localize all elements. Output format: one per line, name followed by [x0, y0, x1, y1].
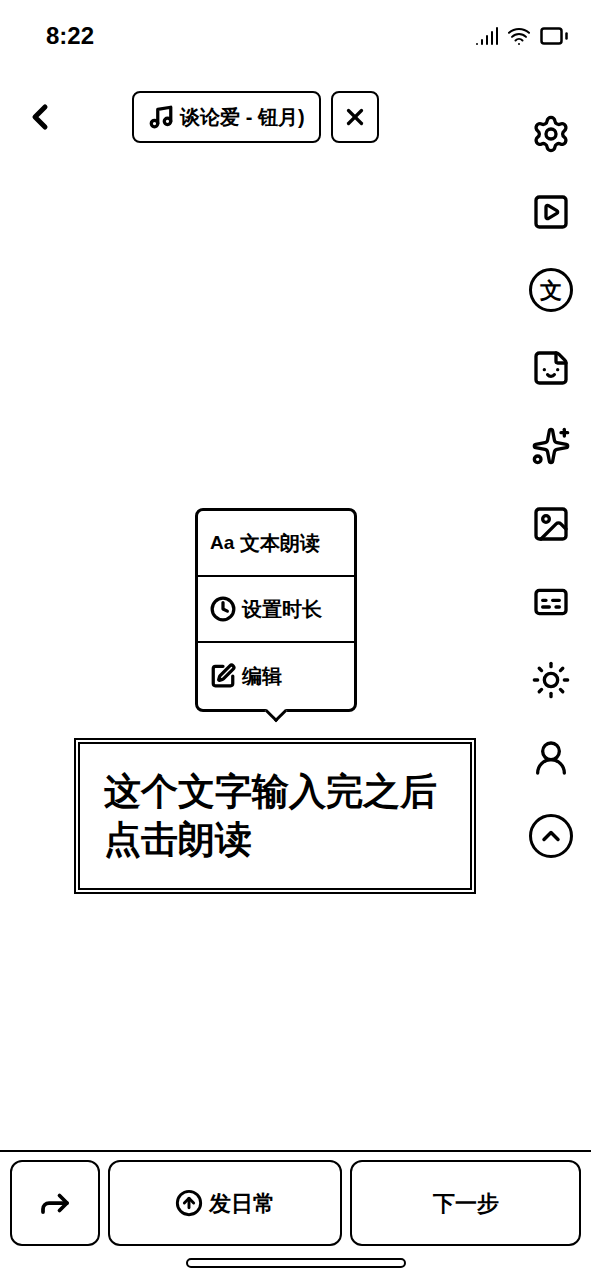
next-button[interactable]: 下一步: [350, 1160, 581, 1246]
context-menu-item[interactable]: 设置时长: [198, 577, 354, 643]
header: 8:22 谈论爱 - 钮月): [0, 0, 591, 190]
text-sticker[interactable]: 这个文字输入完之后点击朗读: [74, 738, 476, 894]
captions-button[interactable]: [525, 576, 577, 628]
template-button[interactable]: [525, 498, 577, 550]
person-icon: [531, 738, 571, 778]
clip-button[interactable]: [525, 186, 577, 238]
status-time: 8:22: [46, 18, 94, 54]
filter-icon: [531, 660, 571, 700]
effects-button[interactable]: [525, 420, 577, 472]
share-icon: [37, 1185, 73, 1221]
status-bar: 8:22: [0, 0, 591, 72]
sticker-line: 点击朗读: [104, 816, 446, 864]
text-button[interactable]: 文: [525, 264, 577, 316]
status-icons: [475, 21, 569, 51]
settings-button[interactable]: [525, 108, 577, 160]
signal-icon: [475, 24, 499, 48]
music-remove-button[interactable]: [331, 91, 379, 143]
captions-icon: [531, 582, 571, 622]
close-icon: [342, 104, 368, 130]
context-menu-label: 编辑: [242, 661, 282, 691]
music-label: 谈论爱 - 钮月): [180, 102, 304, 132]
context-menu: Aa文本朗读设置时长编辑: [195, 508, 357, 712]
context-menu-label: 文本朗读: [240, 528, 320, 558]
more-button[interactable]: [525, 810, 577, 862]
menu-pointer: [265, 700, 288, 723]
sticker-button[interactable]: [525, 342, 577, 394]
image-icon: [531, 504, 571, 544]
beauty-button[interactable]: [525, 732, 577, 784]
battery-icon: [539, 21, 569, 51]
edit-icon: [210, 663, 236, 689]
chevron-up-icon: [529, 814, 573, 858]
back-icon[interactable]: [20, 97, 60, 137]
clock-icon: [210, 596, 236, 622]
music-pill[interactable]: 谈论爱 - 钮月): [132, 91, 320, 143]
share-button[interactable]: [10, 1160, 100, 1246]
right-toolbar: 文: [525, 108, 577, 862]
home-indicator: [186, 1258, 406, 1268]
wifi-icon: [507, 24, 531, 48]
video-canvas[interactable]: Aa文本朗读设置时长编辑这个文字输入完之后点击朗读: [0, 190, 591, 1150]
top-bar: 谈论爱 - 钮月): [0, 72, 591, 162]
music-note-icon: [148, 104, 174, 130]
filter-button[interactable]: [525, 654, 577, 706]
sticker-line: 这个文字输入完之后: [104, 768, 446, 816]
gear-icon: [531, 114, 571, 154]
context-menu-label: 设置时长: [242, 594, 322, 624]
upload-icon: [175, 1189, 203, 1217]
read-aloud-icon: Aa: [210, 529, 234, 558]
sticker-icon: [531, 348, 571, 388]
editor-screen: 8:22谈论爱 - 钮月)Aa文本朗读设置时长编辑这个文字输入完之后点击朗读文发…: [0, 0, 591, 1280]
clip-icon: [531, 192, 571, 232]
text-icon: 文: [529, 268, 573, 312]
daily-button[interactable]: 发日常: [108, 1160, 342, 1246]
sparkles-icon: [531, 426, 571, 466]
context-menu-item[interactable]: Aa文本朗读: [198, 511, 354, 577]
bottom-bar: 发日常下一步: [0, 1150, 591, 1280]
